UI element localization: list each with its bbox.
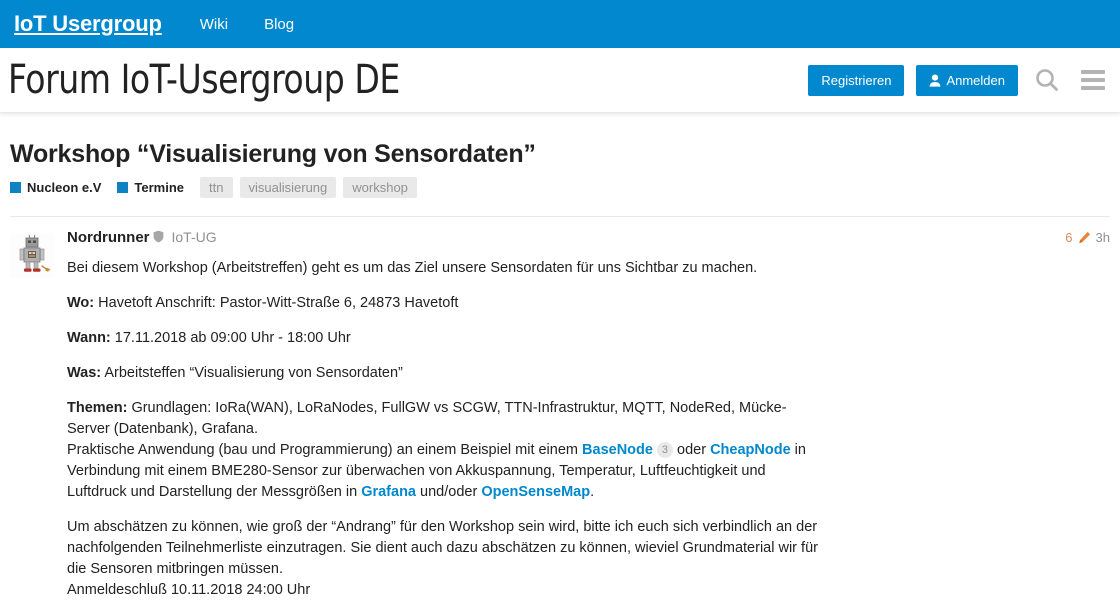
practice-text-d: und/oder (416, 484, 482, 501)
category-label: Termine (134, 180, 185, 195)
post-main: Nordrunner IoT-UG 6 3h Bei diesem Worksh… (67, 229, 1110, 603)
hamburger-menu-icon[interactable] (1076, 63, 1110, 97)
tag-visualisierung[interactable]: visualisierung (239, 177, 337, 198)
post-paragraph-topics: Themen: Grundlagen: IoRa(WAN), LoRaNodes… (67, 398, 827, 440)
category-label: Nucleon e.V (27, 180, 102, 195)
text-wo: Havetoft Anschrift: Pastor-Witt-Straße 6… (94, 295, 459, 312)
post-author-title: IoT-UG (171, 229, 217, 245)
link-cheapnode[interactable]: CheapNode (710, 442, 791, 458)
edit-count[interactable]: 6 (1065, 230, 1072, 245)
category-color-square (117, 182, 129, 193)
link-basenode[interactable]: BaseNode (582, 442, 653, 458)
category-nucleon-ev[interactable]: Nucleon e.V (10, 180, 101, 195)
post: Nordrunner IoT-UG 6 3h Bei diesem Worksh… (10, 216, 1110, 603)
link-grafana[interactable]: Grafana (361, 484, 416, 500)
category-termine[interactable]: Termine (117, 180, 184, 195)
search-icon[interactable] (1030, 63, 1064, 97)
shield-icon (153, 230, 164, 245)
text-themen: Grundlagen: IoRa(WAN), LoRaNodes, FullGW… (67, 400, 787, 438)
post-paragraph-what: Was: Arbeitsteffen “Visualisierung von S… (67, 363, 827, 384)
user-icon (929, 74, 941, 87)
post-paragraph-practice: Praktische Anwendung (bau und Programmie… (67, 440, 827, 503)
post-header: Nordrunner IoT-UG 6 3h (67, 229, 1110, 246)
tag-workshop[interactable]: workshop (343, 177, 417, 198)
nav-link-wiki[interactable]: Wiki (200, 16, 228, 33)
text-was: Arbeitsteffen “Visualisierung von Sensor… (101, 365, 403, 382)
nav-link-blog[interactable]: Blog (264, 16, 294, 33)
practice-text-a: Praktische Anwendung (bau und Programmie… (67, 442, 583, 459)
topic-container: Workshop “Visualisierung von Sensordaten… (0, 113, 1120, 603)
post-meta: 6 3h (1065, 230, 1110, 245)
post-body: Bei diesem Workshop (Arbeitstreffen) geh… (67, 258, 827, 603)
register-button-label: Registrieren (821, 72, 892, 88)
tag-ttn[interactable]: ttn (200, 177, 233, 198)
post-paragraph-signup: Um abschätzen zu können, wie groß der “A… (67, 519, 818, 578)
post-author[interactable]: Nordrunner (67, 229, 150, 246)
forum-title[interactable]: Forum IoT-Usergroup DE (8, 57, 400, 103)
header-actions: Registrieren Anmelden (808, 63, 1110, 97)
post-paragraph-intro: Bei diesem Workshop (Arbeitstreffen) geh… (67, 260, 758, 276)
post-paragraph-when: Wann: 17.11.2018 ab 09:00 Uhr - 18:00 Uh… (67, 328, 827, 349)
hamburger-bars (1081, 70, 1105, 90)
forum-header: Forum IoT-Usergroup DE Registrieren Anme… (0, 48, 1120, 113)
pencil-icon[interactable] (1078, 230, 1091, 245)
post-date[interactable]: 3h (1096, 230, 1110, 245)
category-color-square (10, 182, 21, 193)
post-paragraph-deadline: Anmeldeschluß 10.11.2018 24:00 Uhr (67, 582, 311, 599)
login-button-label: Anmelden (946, 72, 1005, 88)
site-brand[interactable]: IoT Usergroup (14, 11, 162, 37)
practice-text-e: . (590, 484, 595, 501)
text-wann: 17.11.2018 ab 09:00 Uhr - 18:00 Uhr (110, 330, 351, 347)
label-wann: Wann: (67, 330, 111, 347)
topic-meta: Nucleon e.V Termine ttn visualisierung w… (10, 177, 1110, 198)
site-navbar: IoT Usergroup Wiki Blog (0, 0, 1120, 48)
register-button[interactable]: Registrieren (808, 64, 905, 96)
label-was: Was: (67, 365, 102, 382)
page-title[interactable]: Workshop “Visualisierung von Sensordaten… (10, 139, 1110, 169)
link-basenode-count: 3 (656, 442, 673, 459)
link-opensensemap[interactable]: OpenSenseMap (481, 484, 590, 500)
post-paragraph-location: Wo: Havetoft Anschrift: Pastor-Witt-Stra… (67, 293, 827, 314)
label-wo: Wo: (67, 295, 95, 312)
practice-text-b: oder (672, 442, 711, 459)
login-button[interactable]: Anmelden (916, 64, 1018, 96)
avatar[interactable] (10, 233, 55, 278)
label-themen: Themen: (67, 400, 128, 417)
